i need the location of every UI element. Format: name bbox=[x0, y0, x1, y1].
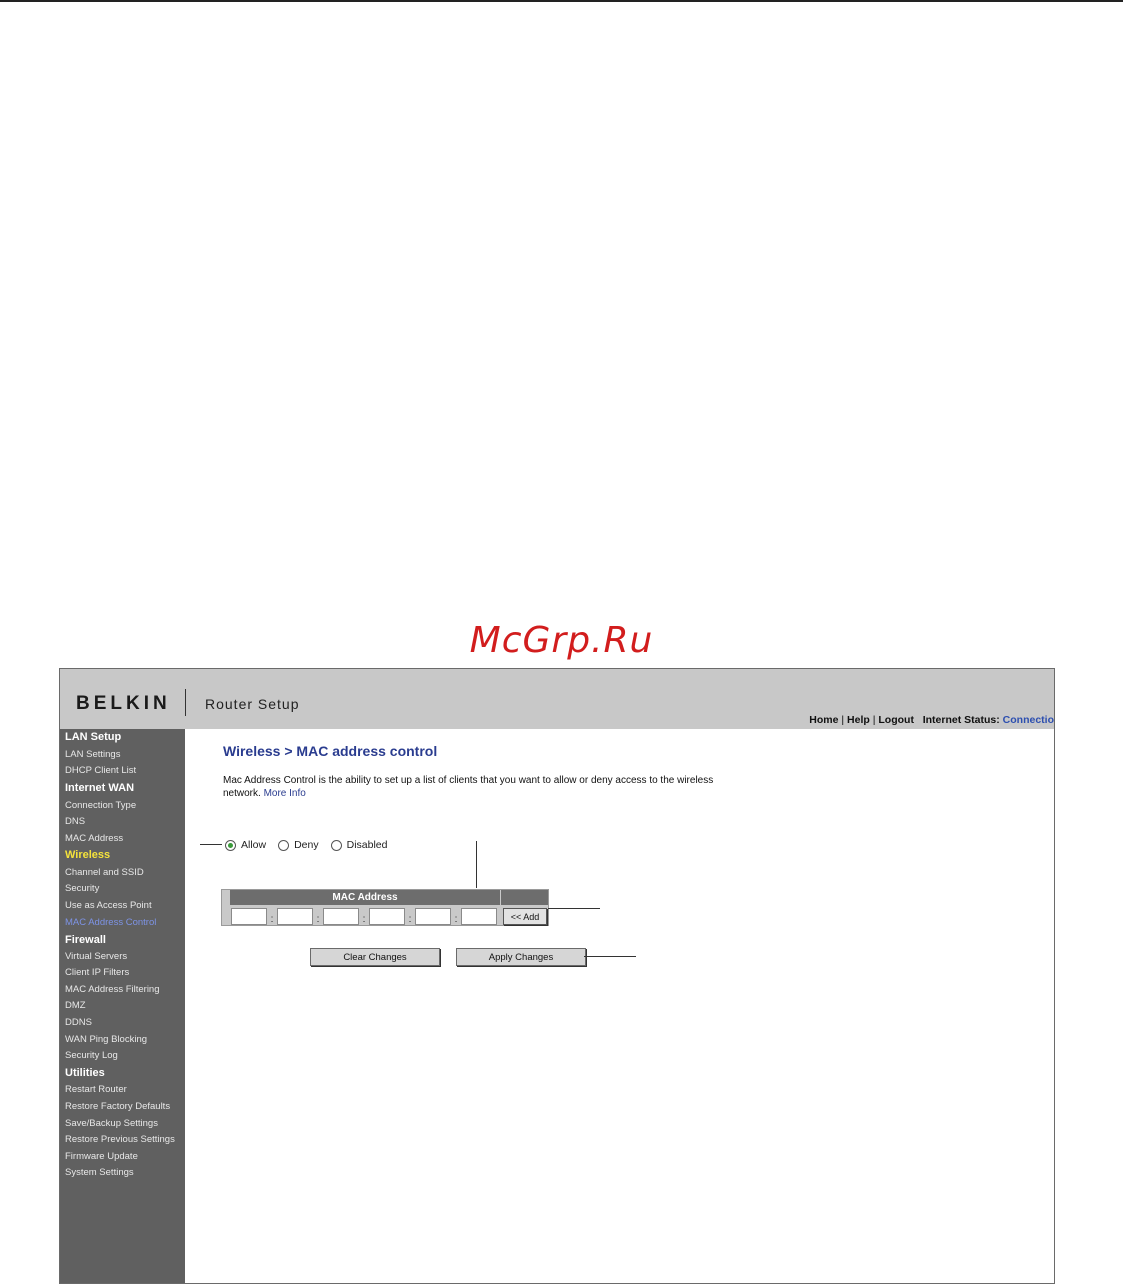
page-description: Mac Address Control is the ability to se… bbox=[223, 774, 743, 800]
sidebar-item-dns[interactable]: DNS bbox=[65, 816, 85, 827]
sidebar-section-firewall[interactable]: Firewall bbox=[65, 934, 106, 946]
header: BELKIN Router Setup Home | Help | Logout… bbox=[60, 669, 1054, 729]
sidebar-item-restart-router[interactable]: Restart Router bbox=[65, 1084, 127, 1095]
apply-changes-button[interactable]: Apply Changes bbox=[456, 948, 586, 966]
sidebar-section-wireless[interactable]: Wireless bbox=[65, 849, 110, 861]
router-window: BELKIN Router Setup Home | Help | Logout… bbox=[59, 668, 1055, 1284]
sidebar-item-system-settings[interactable]: System Settings bbox=[65, 1167, 134, 1178]
sidebar-section-utilities[interactable]: Utilities bbox=[65, 1067, 105, 1079]
mac-colon: : bbox=[408, 914, 412, 925]
mac-address-header: MAC Address bbox=[230, 890, 500, 905]
disabled-radio[interactable] bbox=[330, 839, 342, 851]
main-content: Wireless > MAC address control Mac Addre… bbox=[185, 729, 1054, 1283]
deny-radio-label[interactable]: Deny bbox=[294, 839, 319, 851]
allow-radio[interactable] bbox=[225, 839, 236, 851]
more-info-link[interactable]: More Info bbox=[264, 788, 306, 799]
watermark: McGrp.Ru bbox=[469, 620, 654, 661]
mac-colon: : bbox=[454, 914, 458, 925]
callout-line-radio bbox=[200, 844, 222, 845]
sidebar-section-lan-setup[interactable]: LAN Setup bbox=[65, 731, 121, 743]
mac-octet-5-input[interactable] bbox=[415, 908, 451, 925]
internet-status-value: Connectio bbox=[1002, 714, 1054, 726]
mac-colon: : bbox=[362, 914, 366, 925]
sidebar-section-internet-wan[interactable]: Internet WAN bbox=[65, 782, 134, 794]
sidebar-item-client-ip-filters[interactable]: Client IP Filters bbox=[65, 967, 129, 978]
mac-colon: : bbox=[316, 914, 320, 925]
top-links: Home | Help | Logout Internet Status: Co… bbox=[809, 714, 1054, 726]
mac-address-table: MAC Address : : : : : << Add bbox=[221, 889, 549, 926]
add-mac-button[interactable]: << Add bbox=[503, 908, 547, 925]
page-title: Wireless > MAC address control bbox=[223, 743, 438, 759]
logout-link[interactable]: Logout bbox=[878, 714, 914, 726]
sidebar-item-security[interactable]: Security bbox=[65, 883, 99, 894]
brand-logo: BELKIN bbox=[76, 693, 171, 714]
sidebar: LAN Setup LAN Settings DHCP Client List … bbox=[60, 729, 185, 1283]
mac-colon: : bbox=[270, 914, 274, 925]
sidebar-item-connection-type[interactable]: Connection Type bbox=[65, 800, 136, 811]
home-link[interactable]: Home bbox=[809, 714, 838, 726]
sidebar-item-security-log[interactable]: Security Log bbox=[65, 1050, 118, 1061]
mac-octet-3-input[interactable] bbox=[323, 908, 359, 925]
disabled-radio-label[interactable]: Disabled bbox=[347, 839, 388, 851]
mac-header-spacer bbox=[501, 890, 548, 905]
sidebar-item-save-backup-settings[interactable]: Save/Backup Settings bbox=[65, 1118, 158, 1129]
sidebar-item-firmware-update[interactable]: Firmware Update bbox=[65, 1151, 138, 1162]
brand-divider bbox=[185, 689, 186, 716]
allow-radio-label[interactable]: Allow bbox=[241, 839, 266, 851]
deny-radio[interactable] bbox=[278, 839, 290, 851]
sidebar-item-dhcp-client-list[interactable]: DHCP Client List bbox=[65, 765, 136, 776]
mac-address-fields: : : : : : bbox=[231, 907, 497, 925]
callout-line-apply bbox=[584, 956, 636, 957]
sidebar-item-mac-address[interactable]: MAC Address bbox=[65, 833, 123, 844]
top-rule bbox=[0, 0, 1123, 2]
mac-octet-6-input[interactable] bbox=[461, 908, 497, 925]
sidebar-item-mac-address-filtering[interactable]: MAC Address Filtering bbox=[65, 984, 160, 995]
callout-line-add bbox=[548, 908, 600, 909]
sidebar-item-mac-address-control[interactable]: MAC Address Control bbox=[65, 917, 156, 928]
sidebar-item-virtual-servers[interactable]: Virtual Servers bbox=[65, 951, 127, 962]
mac-octet-1-input[interactable] bbox=[231, 908, 267, 925]
help-link[interactable]: Help bbox=[847, 714, 870, 726]
sidebar-item-dmz[interactable]: DMZ bbox=[65, 1000, 86, 1011]
mac-octet-2-input[interactable] bbox=[277, 908, 313, 925]
sidebar-item-channel-ssid[interactable]: Channel and SSID bbox=[65, 867, 144, 878]
sidebar-item-lan-settings[interactable]: LAN Settings bbox=[65, 749, 120, 760]
mac-octet-4-input[interactable] bbox=[369, 908, 405, 925]
sidebar-item-restore-factory-defaults[interactable]: Restore Factory Defaults bbox=[65, 1101, 170, 1112]
callout-line-mac-field bbox=[476, 841, 477, 888]
app-title: Router Setup bbox=[205, 696, 300, 712]
internet-status-label: Internet Status: bbox=[922, 714, 1000, 726]
sidebar-item-wan-ping-blocking[interactable]: WAN Ping Blocking bbox=[65, 1034, 147, 1045]
sidebar-item-restore-previous-settings[interactable]: Restore Previous Settings bbox=[65, 1134, 175, 1145]
sidebar-item-ddns[interactable]: DDNS bbox=[65, 1017, 92, 1028]
mode-radio-group: Allow Deny Disabled bbox=[225, 839, 399, 851]
clear-changes-button[interactable]: Clear Changes bbox=[310, 948, 440, 966]
sidebar-item-access-point[interactable]: Use as Access Point bbox=[65, 900, 152, 911]
